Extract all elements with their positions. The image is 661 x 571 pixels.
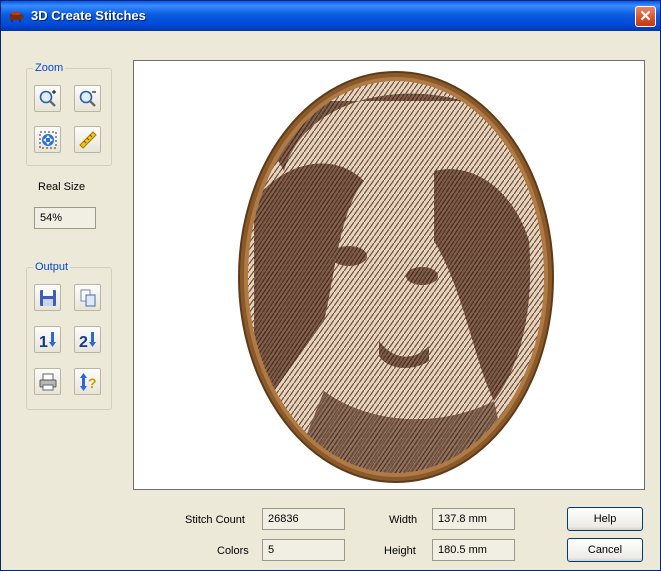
fit-to-window-button[interactable] [34,126,61,153]
colors-label: Colors [217,545,249,557]
copy-icon [80,289,96,307]
fit-to-window-icon [39,131,57,149]
zoom-in-button[interactable] [34,85,61,112]
stitch-count-field: 26836 [262,508,345,530]
zoom-out-icon [79,90,96,107]
real-size-label: Real Size [38,181,86,193]
close-button[interactable]: ✕ [635,6,656,27]
dialog-window: 3D Create Stitches ✕ Zoom Real Size 54% … [0,0,661,571]
stitch-preview-image [238,71,554,483]
close-icon: ✕ [639,8,652,25]
colors-field: 5 [262,539,345,561]
help-button[interactable]: Help [567,507,643,531]
output-group-label: Output [33,261,71,273]
copy-button[interactable] [74,284,101,311]
save-icon [40,290,56,306]
export-1-icon: 1 [39,332,56,350]
sort-help-icon: ? [80,373,97,391]
zoom-in-icon [39,90,56,107]
cancel-button[interactable]: Cancel [567,538,643,562]
export-2-digit: 2 [79,334,88,350]
export-1-digit: 1 [39,334,48,350]
height-field: 180.5 mm [432,539,515,561]
svg-text:?: ? [88,375,97,391]
zoom-group-label: Zoom [33,62,66,74]
zoom-out-button[interactable] [74,85,101,112]
print-icon [39,373,57,391]
height-label: Height [384,545,416,557]
save-button[interactable] [34,284,61,311]
window-title: 3D Create Stitches [31,8,146,23]
width-label: Width [389,514,418,526]
measure-button[interactable] [74,126,101,153]
export-2-icon: 2 [79,332,96,350]
export-1-button[interactable]: 1 [34,326,61,353]
export-2-button[interactable]: 2 [74,326,101,353]
measure-ruler-icon [79,131,97,149]
real-size-field: 54% [34,207,96,229]
title-bar[interactable]: 3D Create Stitches ✕ [1,1,660,31]
stitch-count-label: Stitch Count [185,514,245,526]
stitch-preview-canvas[interactable] [133,60,645,490]
width-field: 137.8 mm [432,508,515,530]
print-button[interactable] [34,368,61,395]
app-icon [10,12,24,22]
sort-help-button[interactable]: ? [74,368,101,395]
